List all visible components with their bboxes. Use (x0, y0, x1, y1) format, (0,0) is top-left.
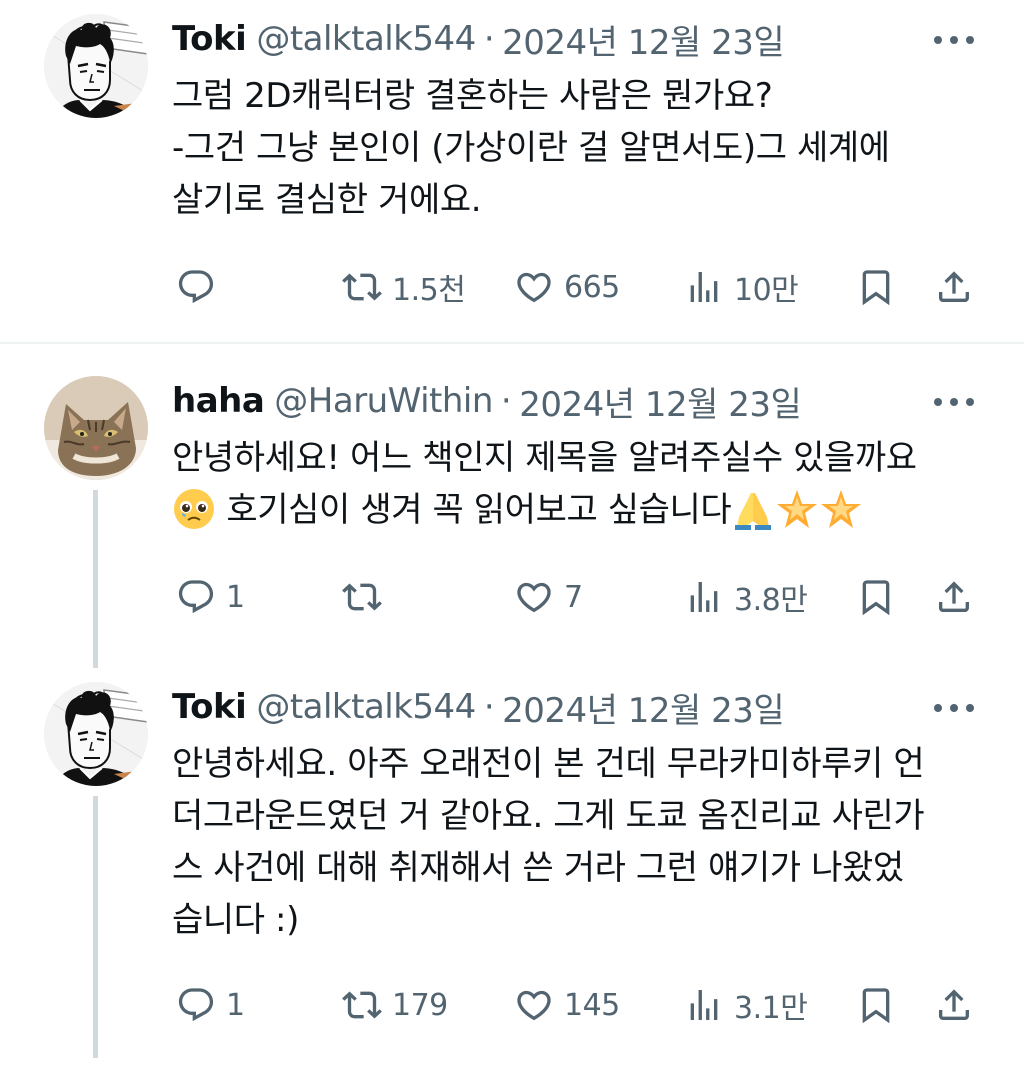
like-button[interactable]: 7 (514, 572, 583, 622)
tweet-date[interactable]: 2024년 12월 23일 (502, 15, 785, 64)
thread-line (93, 490, 98, 668)
share-button[interactable] (934, 980, 974, 1030)
author-handle[interactable]: @talktalk544 (256, 687, 476, 727)
share-icon (934, 267, 974, 307)
manga-character-avatar-icon (44, 14, 148, 118)
tweet-line: 안녕하세요! 어느 책인지 제목을 알려주실수 있을까요 (172, 438, 917, 478)
tweet-date[interactable]: 2024년 12월 23일 (502, 683, 785, 732)
reply-button[interactable]: 1 (176, 980, 245, 1030)
header-separator: · (500, 381, 512, 421)
views-count: 3.1만 (734, 991, 808, 1026)
repost-count: 1.5천 (392, 273, 466, 308)
reply-icon (176, 985, 216, 1025)
pleading-face-emoji-icon (174, 488, 214, 529)
avatar[interactable] (44, 14, 148, 118)
tweet-line-text: 호기심이 생겨 꼭 읽어보고 싶습니다 (226, 490, 732, 530)
like-count: 665 (564, 269, 620, 305)
views-button[interactable]: 3.8만 (684, 572, 808, 622)
share-button[interactable] (934, 262, 974, 312)
tweet-text: 그럼 2D캐릭터랑 결혼하는 사람은 뭔가요? -그건 그냥 본인이 (가상이란… (172, 70, 984, 226)
avatar[interactable] (44, 376, 148, 480)
views-count: 10만 (734, 273, 799, 308)
tweet-date[interactable]: 2024년 12월 23일 (519, 377, 802, 426)
tweet-line: -그건 그냥 본인이 (가상이란 걸 알면서도)그 세계에 (172, 128, 890, 168)
views-icon (684, 577, 724, 617)
reply-count: 1 (226, 987, 245, 1023)
tweet-line: 그럼 2D캐릭터랑 결혼하는 사람은 뭔가요? (172, 76, 773, 116)
heart-icon (514, 985, 554, 1025)
repost-button[interactable] (342, 572, 392, 622)
heart-icon (514, 267, 554, 307)
tweet-text: 안녕하세요. 아주 오래전이 본 건데 무라카미하루키 언 더그라운드였던 거 … (172, 738, 984, 946)
tweet[interactable]: haha @HaruWithin · 2024년 12월 23일 안녕하세요! … (0, 376, 1024, 676)
like-button[interactable]: 665 (514, 262, 620, 312)
share-icon (934, 985, 974, 1025)
tweet-line: 스 사건에 대해 취재해서 쓴 거라 그런 얘기가 나왔었 (172, 848, 904, 888)
repost-icon (342, 267, 382, 307)
reply-count: 1 (226, 579, 245, 615)
glowing-star-emoji-icon (821, 489, 862, 528)
views-button[interactable]: 10만 (684, 262, 799, 312)
tweet-text: 안녕하세요! 어느 책인지 제목을 알려주실수 있을까요 호기심이 생겨 꼭 읽… (172, 432, 984, 536)
tweet[interactable]: Toki @talktalk544 · 2024년 12월 23일 그럼 2D캐… (0, 14, 1024, 344)
header-separator: · (483, 19, 495, 59)
views-icon (684, 985, 724, 1025)
views-icon (684, 267, 724, 307)
bookmark-button[interactable] (856, 980, 896, 1030)
tweet-header: Toki @talktalk544 · 2024년 12월 23일 (172, 682, 984, 732)
tweet[interactable]: Toki @talktalk544 · 2024년 12월 23일 안녕하세요.… (0, 682, 1024, 1062)
tweet-actions: 1.5천 665 10만 (0, 262, 1024, 312)
tweet-actions: 1 7 3.8만 (0, 572, 1024, 622)
views-count: 3.8만 (734, 583, 808, 618)
glowing-star-emoji-icon (777, 489, 818, 528)
repost-button[interactable]: 179 (342, 980, 448, 1030)
tweet-line: 살기로 결심한 거에요. (172, 180, 482, 220)
tweet-actions: 1 179 145 3.1만 (0, 980, 1024, 1030)
bookmark-icon (856, 985, 896, 1025)
tweet-line: 습니다 :) (172, 900, 299, 940)
reply-icon (176, 577, 216, 617)
tweet-header: haha @HaruWithin · 2024년 12월 23일 (172, 376, 984, 426)
tweet-line: 안녕하세요. 아주 오래전이 본 건데 무라카미하루키 언 (172, 744, 925, 784)
cat-avatar-icon (44, 376, 148, 480)
tweet-header: Toki @talktalk544 · 2024년 12월 23일 (172, 14, 984, 64)
avatar[interactable] (44, 682, 148, 786)
tweet-divider (0, 342, 1024, 344)
repost-icon (342, 985, 382, 1025)
author-name[interactable]: Toki (172, 687, 247, 727)
more-options-icon[interactable] (934, 34, 974, 46)
bookmark-button[interactable] (856, 572, 896, 622)
thread-line (93, 796, 98, 1058)
share-icon (934, 577, 974, 617)
tweet-line-with-emoji: 호기심이 생겨 꼭 읽어보고 싶습니다 (172, 484, 984, 536)
reply-button[interactable] (176, 262, 226, 312)
author-name[interactable]: Toki (172, 19, 247, 59)
repost-count: 179 (392, 987, 448, 1023)
header-separator: · (483, 687, 495, 727)
reply-icon (176, 267, 216, 307)
reply-button[interactable]: 1 (176, 572, 245, 622)
more-options-icon[interactable] (934, 396, 974, 408)
like-count: 145 (564, 987, 620, 1023)
author-handle[interactable]: @talktalk544 (256, 19, 476, 59)
views-button[interactable]: 3.1만 (684, 980, 808, 1030)
manga-character-avatar-icon (44, 682, 148, 786)
like-count: 7 (564, 579, 583, 615)
repost-icon (342, 577, 382, 617)
folded-hands-emoji-icon (735, 492, 772, 530)
bookmark-button[interactable] (856, 262, 896, 312)
like-button[interactable]: 145 (514, 980, 620, 1030)
author-name[interactable]: haha (172, 381, 265, 421)
bookmark-icon (856, 267, 896, 307)
more-options-icon[interactable] (934, 702, 974, 714)
author-handle[interactable]: @HaruWithin (274, 381, 493, 421)
repost-button[interactable]: 1.5천 (342, 262, 466, 312)
tweet-line: 더그라운드였던 거 같아요. 그게 도쿄 옴진리교 사린가 (172, 796, 925, 836)
heart-icon (514, 577, 554, 617)
share-button[interactable] (934, 572, 974, 622)
bookmark-icon (856, 577, 896, 617)
